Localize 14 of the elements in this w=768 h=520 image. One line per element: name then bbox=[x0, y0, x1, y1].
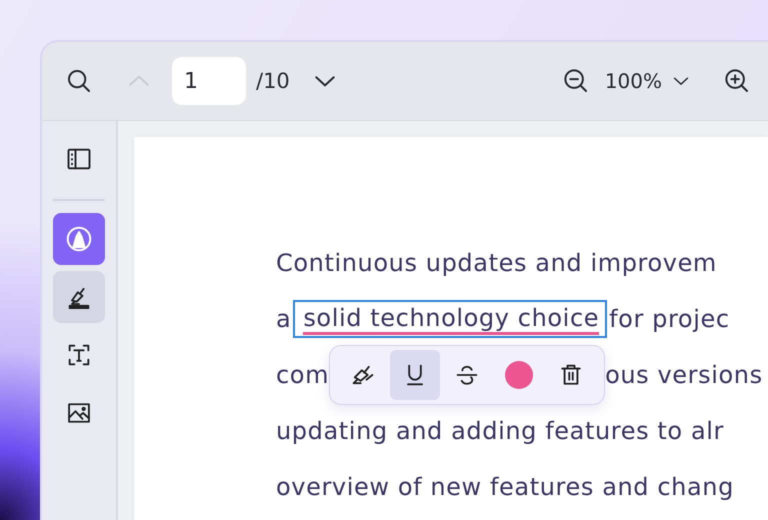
selected-annotation[interactable]: solid technology choice bbox=[293, 300, 608, 338]
document-text: overview of new features and chang bbox=[276, 473, 734, 501]
zoom-dropdown[interactable]: 100% bbox=[604, 69, 692, 93]
document-text: updating and adding features to alr bbox=[276, 417, 724, 445]
sidebar-tool-button[interactable] bbox=[53, 271, 105, 323]
underline-button[interactable] bbox=[390, 350, 440, 400]
document-text: a bbox=[276, 305, 292, 333]
document-text: Continuous updates and improvem bbox=[276, 249, 717, 277]
page-number-field[interactable]: 1 bbox=[172, 57, 246, 105]
document-text: for projec bbox=[609, 305, 730, 333]
page-total: /10 bbox=[256, 69, 290, 93]
document-text: ous versions bbox=[605, 361, 763, 389]
document-text: com bbox=[276, 361, 330, 389]
pen-nib-icon bbox=[64, 224, 94, 254]
